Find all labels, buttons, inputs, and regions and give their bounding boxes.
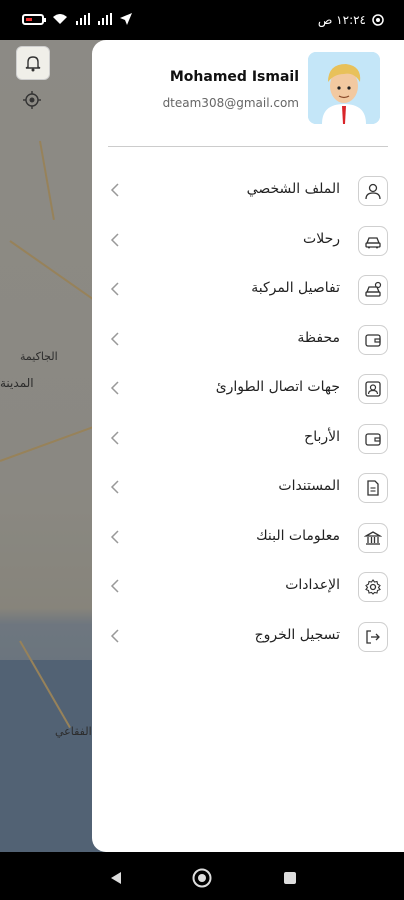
menu-item-label: معلومات البنك <box>256 527 340 544</box>
recents-button[interactable] <box>278 866 302 890</box>
menu-item-label: جهات اتصال الطوارئ <box>215 379 340 395</box>
menu-item-label: تسجيل الخروج <box>254 626 340 643</box>
document-icon <box>358 473 388 503</box>
home-button[interactable] <box>190 866 214 890</box>
menu-item-emergency-contacts[interactable]: جهات اتصال الطوارئ <box>92 366 404 416</box>
battery-icon <box>22 13 46 25</box>
menu-item-label: تفاصيل المركبة <box>251 280 340 296</box>
earnings-wallet-icon <box>358 423 388 454</box>
contact-icon <box>358 374 388 404</box>
menu-item-trips[interactable]: رحلات <box>92 218 404 268</box>
menu-item-vehicle-details[interactable]: تفاصيل المركبة <box>92 267 404 317</box>
chevron-left-icon <box>110 579 119 593</box>
signal-icon <box>76 13 90 25</box>
menu-item-earnings[interactable]: الأرباح <box>92 416 404 466</box>
menu-item-label: الملف الشخصي <box>246 181 340 197</box>
menu-item-profile[interactable]: الملف الشخصي <box>92 168 404 218</box>
chevron-left-icon <box>110 430 119 445</box>
chevron-left-icon <box>110 331 119 346</box>
drawer-menu: الملف الشخصي رحلات تفاصيل المركبة محفظة <box>92 168 404 663</box>
menu-item-bank-info[interactable]: معلومات البنك <box>92 515 404 565</box>
app-notification-icon <box>372 14 384 26</box>
chevron-left-icon <box>110 232 119 247</box>
user-name: Mohamed Ismail <box>169 69 299 85</box>
wallet-icon <box>358 324 388 355</box>
my-location-button[interactable] <box>16 84 48 116</box>
bell-icon <box>25 56 41 72</box>
user-icon <box>358 176 388 206</box>
avatar[interactable] <box>308 52 380 124</box>
navigation-drawer: Mohamed Ismail dteam308@gmail.com الملف … <box>92 40 404 852</box>
logout-icon <box>358 621 388 652</box>
back-triangle-icon <box>111 872 121 884</box>
bank-icon <box>358 522 388 553</box>
user-email: dteam308@gmail.com <box>162 96 299 110</box>
menu-item-wallet[interactable]: محفظة <box>92 317 404 367</box>
chevron-left-icon <box>110 282 119 296</box>
system-nav-bar <box>0 852 404 900</box>
back-button[interactable] <box>104 866 128 890</box>
menu-item-label: رحلات <box>303 230 340 247</box>
recents-square-icon <box>284 872 296 884</box>
menu-item-label: الإعدادات <box>285 577 340 593</box>
wifi-icon <box>53 14 67 24</box>
menu-item-documents[interactable]: المستندات <box>92 465 404 515</box>
status-time: ١٢:٢٤ ص <box>317 13 366 27</box>
menu-item-label: الأرباح <box>304 428 340 445</box>
chevron-left-icon <box>110 529 119 544</box>
vehicle-details-icon <box>358 275 388 305</box>
menu-item-logout[interactable]: تسجيل الخروج <box>92 614 404 664</box>
crosshair-icon <box>23 91 41 109</box>
chevron-left-icon <box>110 381 119 395</box>
divider <box>108 146 388 147</box>
avatar-cartoon-icon <box>308 52 380 124</box>
status-bar: ١٢:٢٤ ص <box>0 0 404 40</box>
menu-item-label: المستندات <box>278 478 340 494</box>
signal-icon-2 <box>98 13 112 25</box>
menu-item-label: محفظة <box>297 329 340 346</box>
car-icon <box>358 225 388 256</box>
chevron-left-icon <box>110 183 119 197</box>
gear-icon <box>358 572 388 602</box>
home-circle-icon <box>192 868 212 888</box>
chevron-left-icon <box>110 480 119 494</box>
notification-bell-button[interactable] <box>16 46 50 80</box>
menu-item-settings[interactable]: الإعدادات <box>92 564 404 614</box>
location-arrow-icon <box>120 13 132 25</box>
status-icons <box>22 13 132 25</box>
chevron-left-icon <box>110 628 119 643</box>
